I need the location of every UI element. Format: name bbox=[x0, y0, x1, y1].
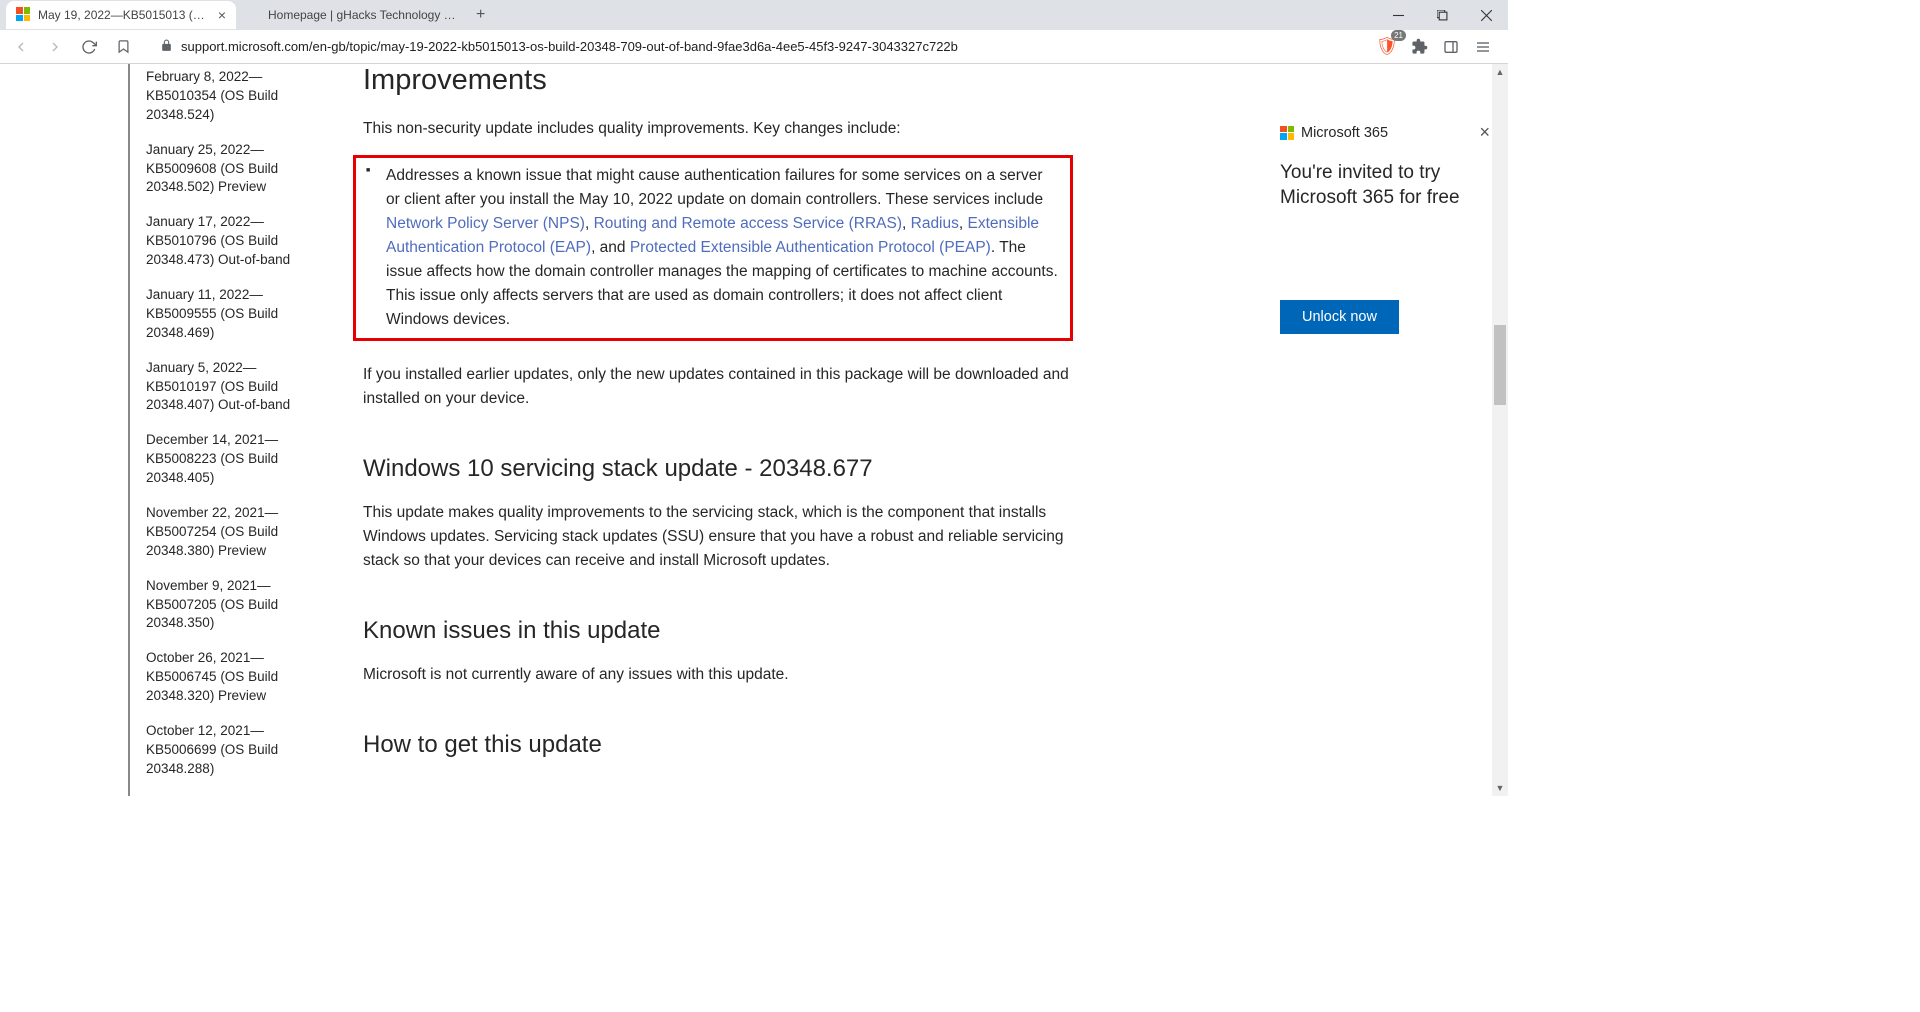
sidebar-item[interactable]: January 17, 2022—KB5010796 (OS Build 203… bbox=[146, 213, 323, 270]
ghacks-favicon bbox=[246, 7, 262, 23]
heading-known-issues: Known issues in this update bbox=[363, 617, 1073, 645]
close-window-button[interactable] bbox=[1464, 0, 1508, 30]
tab-0[interactable]: May 19, 2022—KB5015013 (OS Bu × bbox=[6, 1, 236, 29]
ssu-text: This update makes quality improvements t… bbox=[363, 501, 1073, 573]
new-tab-button[interactable]: + bbox=[466, 6, 495, 24]
sidebar-item[interactable]: December 14, 2021—KB5008223 (OS Build 20… bbox=[146, 431, 323, 488]
scroll-up-arrow[interactable]: ▲ bbox=[1492, 64, 1508, 80]
highlight-annotation: Addresses a known issue that might cause… bbox=[353, 155, 1073, 341]
sidebar-item[interactable]: November 9, 2021—KB5007205 (OS Build 203… bbox=[146, 577, 323, 634]
scroll-down-arrow[interactable]: ▼ bbox=[1492, 780, 1508, 796]
sidebar-item[interactable]: October 26, 2021—KB5006745 (OS Build 203… bbox=[146, 649, 323, 706]
heading-howto: How to get this update bbox=[363, 731, 1073, 759]
heading-ssu: Windows 10 servicing stack update - 2034… bbox=[363, 455, 1073, 483]
vertical-scrollbar[interactable]: ▲ ▼ bbox=[1492, 64, 1508, 796]
sidebar-item[interactable]: February 8, 2022—KB5010354 (OS Build 203… bbox=[146, 68, 323, 125]
earlier-updates-text: If you installed earlier updates, only t… bbox=[363, 363, 1073, 411]
tab-bar: May 19, 2022—KB5015013 (OS Bu × Homepage… bbox=[0, 0, 1508, 30]
sidebar-toggle-icon[interactable] bbox=[1436, 32, 1466, 62]
link-nps[interactable]: Network Policy Server (NPS) bbox=[386, 215, 585, 232]
extensions-icon[interactable] bbox=[1404, 32, 1434, 62]
sidebar-item[interactable]: January 25, 2022—KB5009608 (OS Build 203… bbox=[146, 141, 323, 198]
sidebar-item[interactable]: January 5, 2022—KB5010197 (OS Build 2034… bbox=[146, 359, 323, 416]
bullet-item: Addresses a known issue that might cause… bbox=[386, 164, 1060, 332]
window-controls bbox=[1376, 0, 1508, 30]
bookmark-button[interactable] bbox=[108, 32, 138, 62]
url-bar[interactable]: support.microsoft.com/en-gb/topic/may-19… bbox=[148, 33, 1362, 61]
minimize-button[interactable] bbox=[1376, 0, 1420, 30]
main-content: Improvements This non-security update in… bbox=[323, 64, 1113, 796]
tab-1[interactable]: Homepage | gHacks Technology News bbox=[236, 1, 466, 29]
browser-chrome: May 19, 2022—KB5015013 (OS Bu × Homepage… bbox=[0, 0, 1508, 64]
promo-cta-button[interactable]: Unlock now bbox=[1280, 300, 1399, 334]
url-text: support.microsoft.com/en-gb/topic/may-19… bbox=[181, 39, 958, 54]
promo-brand: Microsoft 365 bbox=[1280, 125, 1388, 141]
tab-1-title: Homepage | gHacks Technology News bbox=[268, 8, 456, 22]
back-button[interactable] bbox=[6, 32, 36, 62]
ms-logo-icon bbox=[1280, 126, 1294, 140]
link-rras[interactable]: Routing and Remote access Service (RRAS) bbox=[594, 215, 902, 232]
promo-card: Microsoft 365 × You're invited to try Mi… bbox=[1280, 122, 1490, 334]
sidebar-nav: February 8, 2022—KB5010354 (OS Build 203… bbox=[128, 64, 323, 796]
page-body: February 8, 2022—KB5010354 (OS Build 203… bbox=[0, 64, 1508, 796]
link-peap[interactable]: Protected Extensible Authentication Prot… bbox=[630, 239, 991, 256]
brave-shield-icon[interactable]: 🛡21 bbox=[1372, 32, 1402, 62]
lock-icon bbox=[160, 39, 173, 55]
tab-0-close[interactable]: × bbox=[218, 7, 226, 23]
heading-improvements: Improvements bbox=[363, 64, 1073, 97]
sidebar-item[interactable]: September 27, 2021—KB5005619 (OS Build 2… bbox=[146, 795, 323, 796]
intro-text: This non-security update includes qualit… bbox=[363, 117, 1073, 141]
nav-bar: support.microsoft.com/en-gb/topic/may-19… bbox=[0, 30, 1508, 64]
link-radius[interactable]: Radius bbox=[911, 215, 959, 232]
reload-button[interactable] bbox=[74, 32, 104, 62]
forward-button[interactable] bbox=[40, 32, 70, 62]
promo-headline: You're invited to try Microsoft 365 for … bbox=[1280, 161, 1490, 210]
tab-0-title: May 19, 2022—KB5015013 (OS Bu bbox=[38, 8, 212, 22]
known-issues-text: Microsoft is not currently aware of any … bbox=[363, 663, 1073, 687]
maximize-button[interactable] bbox=[1420, 0, 1464, 30]
scrollbar-thumb[interactable] bbox=[1494, 325, 1506, 405]
promo-close-button[interactable]: × bbox=[1479, 122, 1490, 143]
ms-favicon bbox=[16, 7, 32, 23]
sidebar-item[interactable]: January 11, 2022—KB5009555 (OS Build 203… bbox=[146, 286, 323, 343]
sidebar-item[interactable]: October 12, 2021—KB5006699 (OS Build 203… bbox=[146, 722, 323, 779]
sidebar-item[interactable]: November 22, 2021—KB5007254 (OS Build 20… bbox=[146, 504, 323, 561]
menu-icon[interactable] bbox=[1468, 32, 1498, 62]
